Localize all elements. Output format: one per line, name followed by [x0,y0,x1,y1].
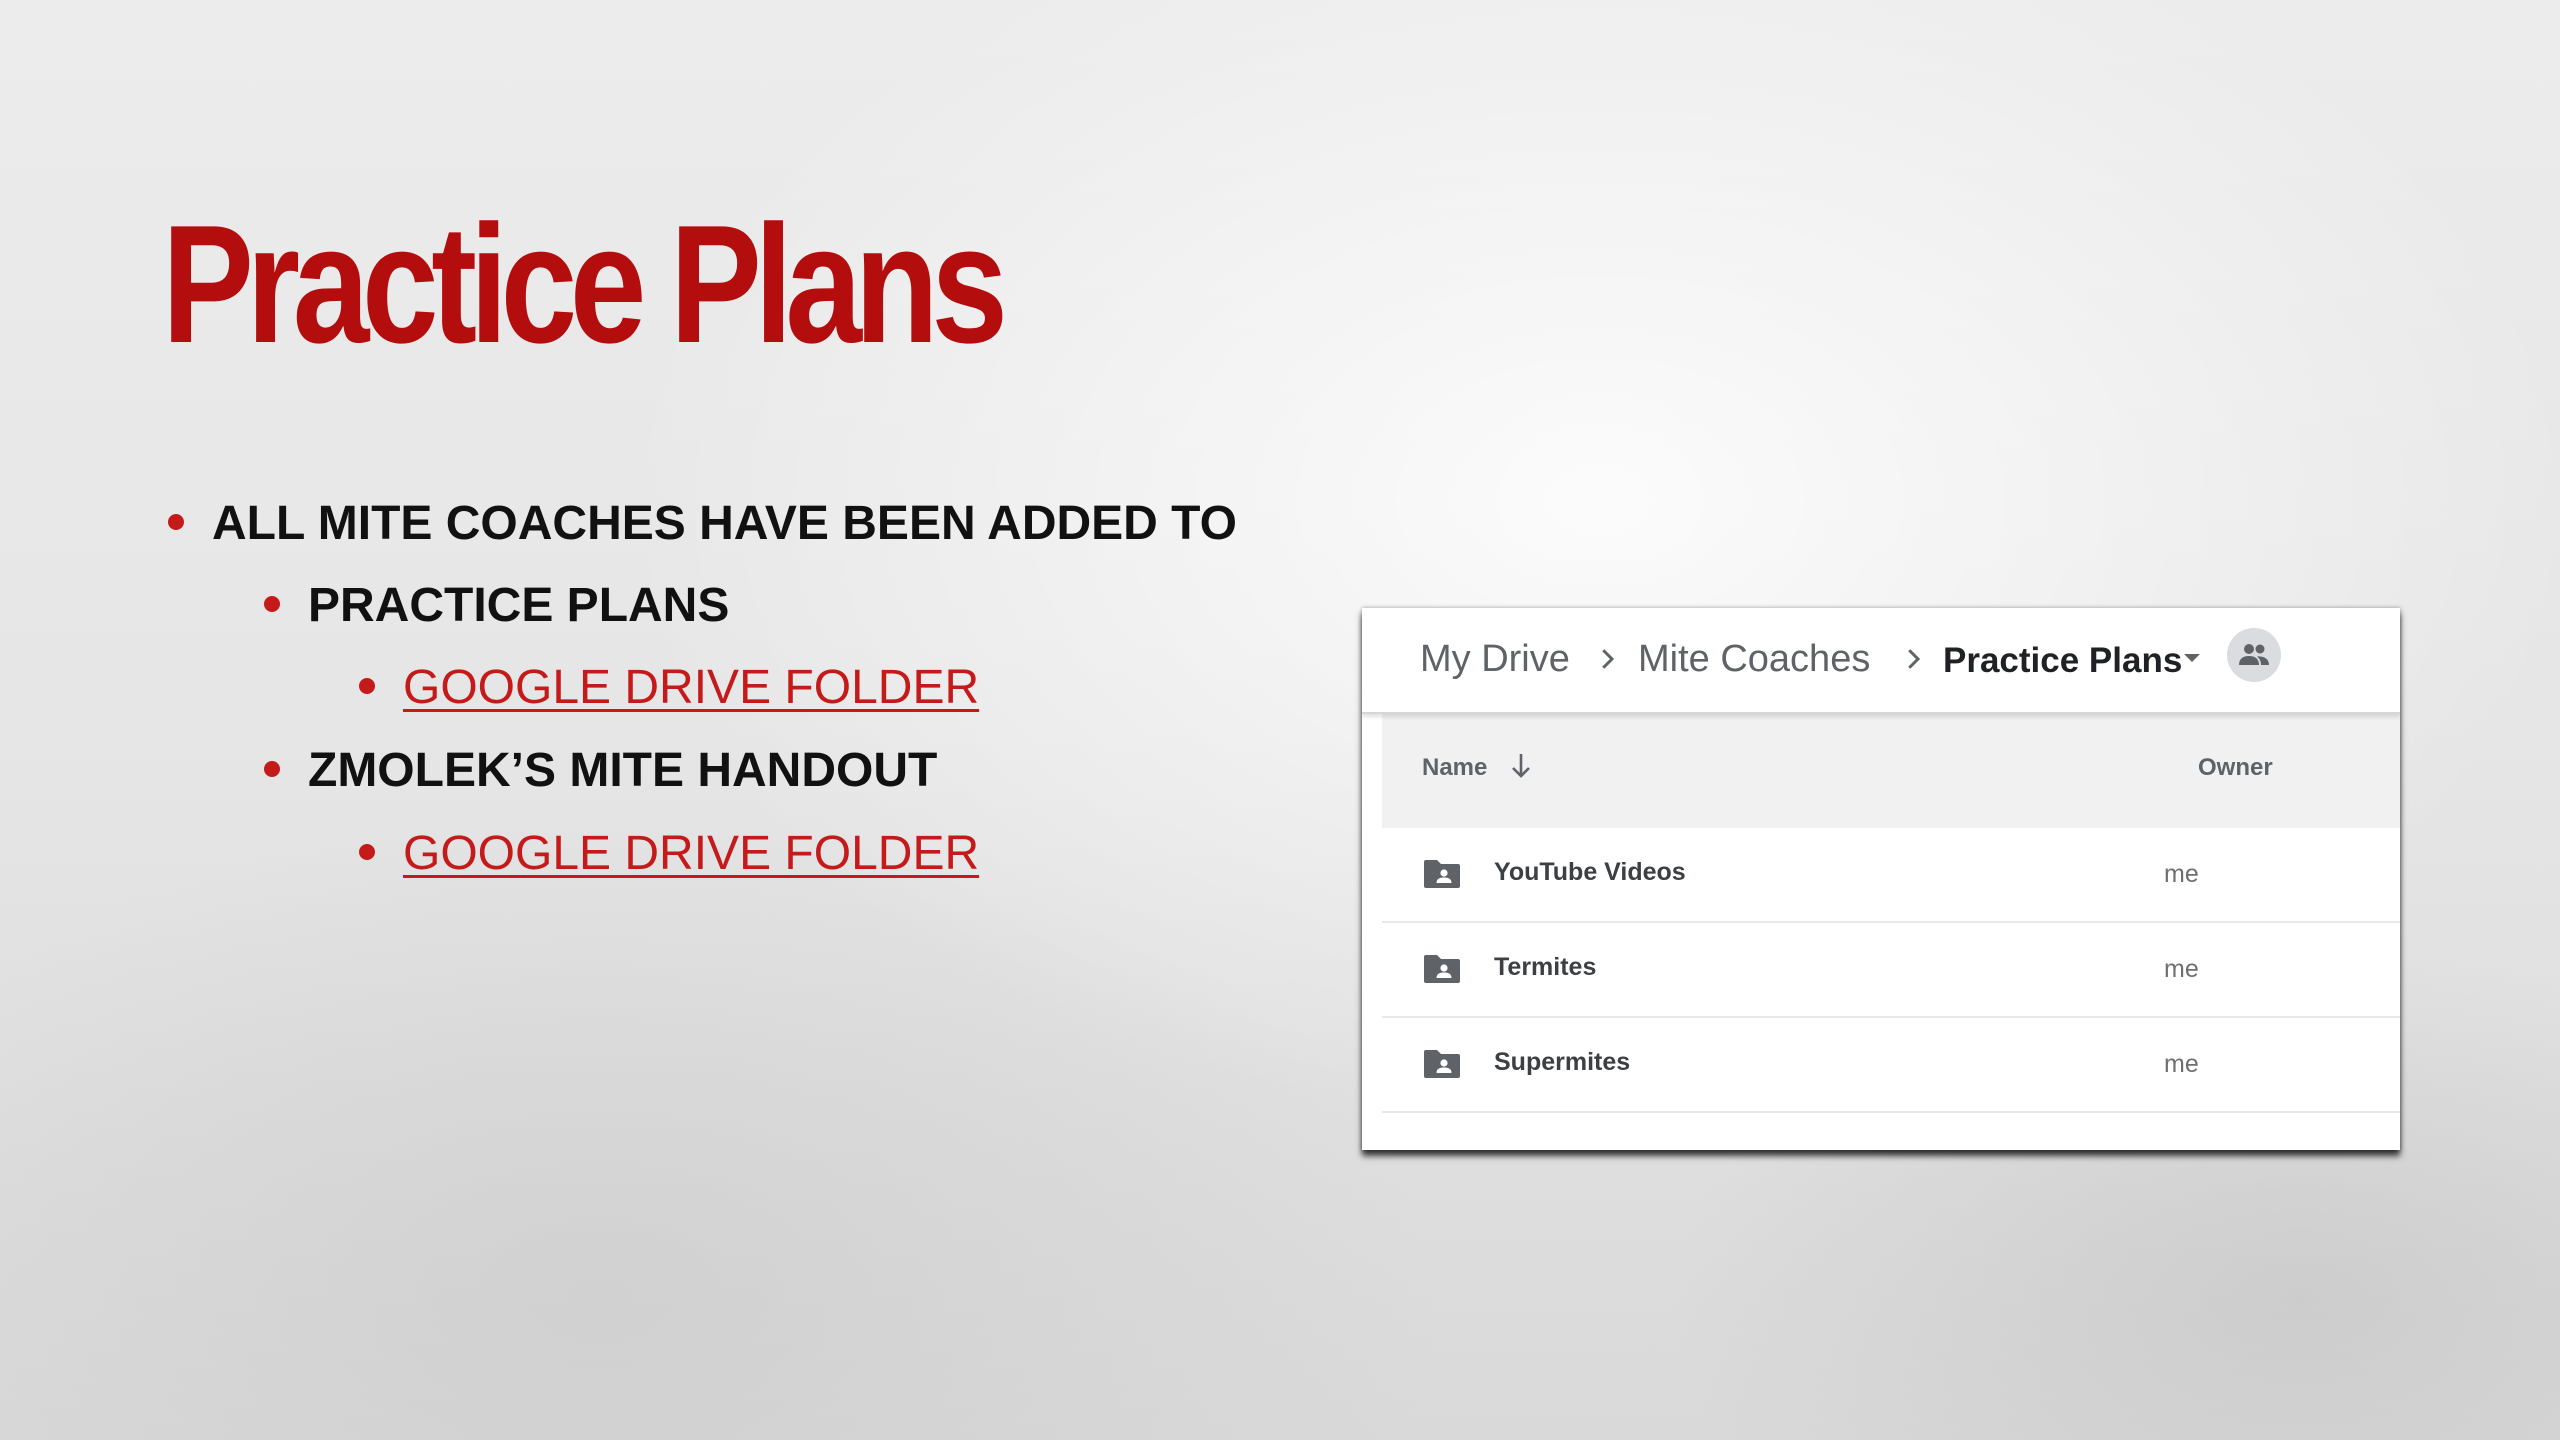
bullet-zmolek-handout: Zmolek’s Mite Handout [264,741,938,801]
bullet-dot [264,596,280,612]
shared-folder-icon [1424,860,1460,888]
shared-folder-icon [1424,1050,1460,1078]
shared-with-button[interactable] [2227,628,2281,682]
file-name: Supermites [1494,1048,1631,1076]
google-drive-folder-link[interactable]: Google Drive Folder [403,661,979,714]
bullet-text: Practice Plans [308,579,730,632]
file-list: YouTube Videos me Termites me Supermites… [1382,828,2400,1113]
breadcrumb-practice-plans[interactable]: Practice Plans [1943,636,2182,686]
bullet-dot [264,761,280,777]
breadcrumb-mite-coaches[interactable]: Mite Coaches [1638,634,1870,684]
chevron-right-icon [1908,649,1921,669]
file-row-supermites[interactable]: Supermites me [1382,1018,2400,1113]
file-list-header: Name Owner [1382,714,2400,828]
slide-title: Practice Plans [162,190,1008,378]
bullet-all-mite-coaches: All Mite Coaches have been added to [168,494,1237,554]
bullet-practice-plans: Practice Plans [264,576,730,636]
arrow-down-icon[interactable] [1510,752,1532,780]
people-icon [2239,644,2269,665]
bullet-text: Zmolek’s Mite Handout [308,744,938,797]
name-column-header[interactable]: Name [1422,754,1487,782]
file-name: Termites [1494,953,1597,981]
bullet-google-drive-folder-handout: Google Drive Folder [359,824,979,884]
file-name: YouTube Videos [1494,858,1686,886]
bullet-google-drive-folder-practice: Google Drive Folder [359,658,979,718]
file-row-termites[interactable]: Termites me [1382,923,2400,1018]
breadcrumb-my-drive[interactable]: My Drive [1420,634,1570,684]
bullet-dot [168,514,184,530]
file-row-youtube-videos[interactable]: YouTube Videos me [1382,828,2400,923]
file-owner: me [2164,860,2199,888]
shared-folder-icon [1424,955,1460,983]
bullet-dot [359,678,375,694]
bullet-text: All Mite Coaches have been added to [212,497,1237,550]
google-drive-folder-link[interactable]: Google Drive Folder [403,827,979,880]
drive-screenshot-panel: My Drive Mite Coaches Practice Plans Nam… [1362,608,2400,1150]
bullet-dot [359,844,375,860]
folder-menu-dropdown-icon[interactable] [2184,654,2200,662]
file-owner: me [2164,955,2199,983]
drive-breadcrumb-bar: My Drive Mite Coaches Practice Plans [1362,608,2400,714]
chevron-right-icon [1602,649,1615,669]
owner-column-header: Owner [2198,754,2273,781]
file-owner: me [2164,1050,2199,1078]
